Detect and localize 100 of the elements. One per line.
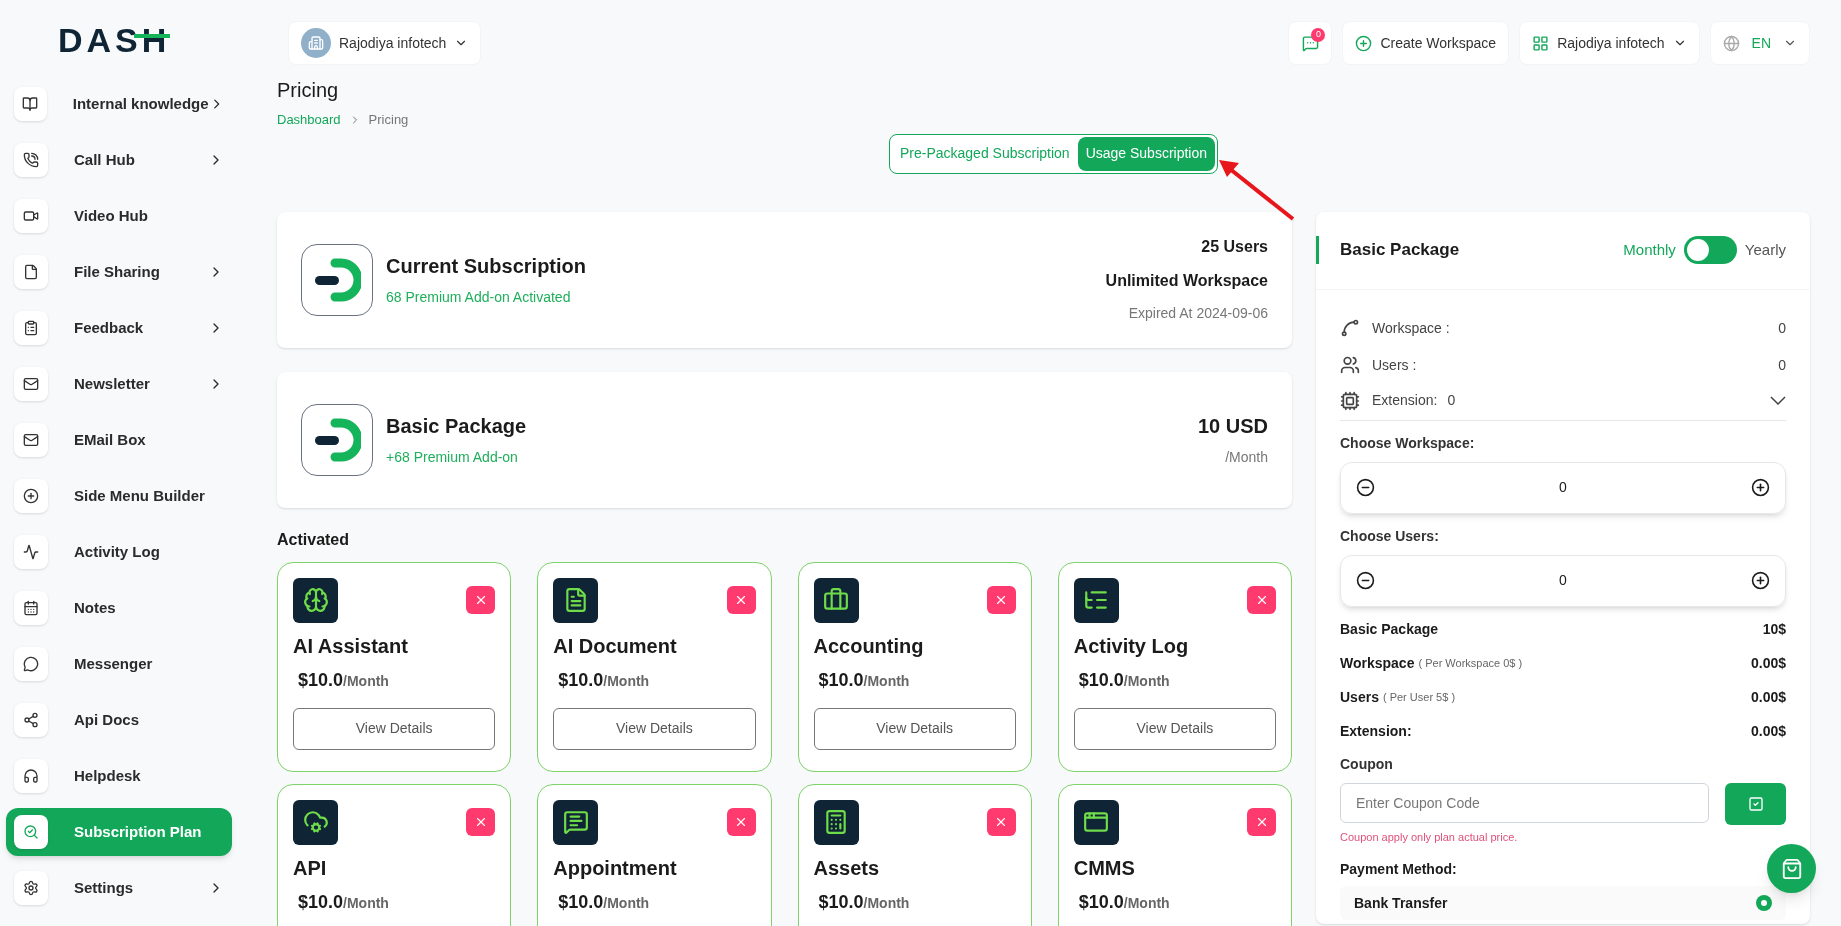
total-value: 10$ [1762, 619, 1786, 639]
menu-icon [14, 815, 48, 849]
expiry-date: Expired At 2024-09-06 [1128, 304, 1268, 323]
billing-toggle[interactable] [1683, 236, 1737, 264]
sidebar-item[interactable]: Internal knowledge [6, 80, 232, 128]
summary-icon [1340, 355, 1360, 375]
sidebar-item[interactable]: Newsletter [6, 360, 232, 408]
billing-option[interactable]: Yearly [1744, 238, 1786, 262]
sidebar-item[interactable]: Side Menu Builder [6, 472, 232, 520]
package-price: 10 USD [1197, 414, 1268, 439]
menu-icon [14, 255, 48, 289]
total-note: ( Per Workspace 0$ ) [1418, 655, 1523, 671]
summary-icon [1340, 318, 1360, 338]
create-workspace-button[interactable]: Create Workspace [1342, 21, 1510, 65]
sidebar-item[interactable]: Video Hub [6, 192, 232, 240]
addon-icon [1073, 799, 1119, 845]
notification-badge: 0 [1311, 28, 1326, 42]
page-title: Pricing [277, 78, 340, 102]
sidebar-item[interactable]: Feedback [6, 304, 232, 352]
addon-price: $10.0/Month [1078, 668, 1171, 692]
total-value: 0.00$ [1750, 721, 1786, 741]
menu-icon [14, 535, 48, 569]
remove-button[interactable] [466, 807, 496, 836]
globe-icon [1722, 34, 1740, 52]
remove-button[interactable] [726, 585, 756, 614]
view-details-button[interactable]: View Details [813, 707, 1016, 750]
addon-icon [553, 799, 599, 845]
summary-label: Users : [1372, 355, 1418, 375]
addon-price: $10.0/Month [558, 668, 651, 692]
price-period: /Month [1225, 448, 1268, 467]
total-label: Users [1340, 687, 1379, 707]
sidebar-item[interactable]: File Sharing [6, 248, 232, 296]
remove-button[interactable] [1247, 585, 1276, 614]
view-details-button[interactable]: View Details [293, 707, 496, 750]
sidebar-item[interactable]: Notes [6, 584, 232, 632]
addon-name: Activity Log [1073, 633, 1190, 659]
menu-icon [14, 311, 48, 345]
addon-name: API [293, 855, 328, 881]
summary-label: Workspace : [1372, 318, 1451, 338]
grid-icon [1532, 34, 1550, 52]
remove-button[interactable] [466, 585, 496, 614]
sidebar-item[interactable]: Settings [6, 864, 232, 912]
addon-price: $10.0/Month [558, 890, 651, 914]
card-title: Basic Package [386, 414, 528, 439]
users-count: 25 Users [1201, 237, 1268, 257]
panel-title: Basic Package [1340, 239, 1461, 262]
company-avatar-icon [301, 28, 331, 58]
card-subtitle: +68 Premium Add-on [386, 448, 519, 467]
dash-logo[interactable]: DASH [58, 14, 171, 66]
quantity-stepper[interactable]: 0 [1340, 554, 1786, 607]
payment-option[interactable]: Bank Transfer [1340, 886, 1786, 920]
menu-icon [14, 143, 48, 177]
minus-icon[interactable] [1356, 478, 1375, 497]
menu-icon [14, 871, 48, 905]
remove-button[interactable] [986, 807, 1016, 836]
total-value: 0.00$ [1750, 653, 1786, 673]
plus-icon[interactable] [1751, 571, 1770, 590]
addon-icon [1073, 577, 1119, 623]
radio-button[interactable] [1756, 895, 1772, 911]
addon-name: Accounting [813, 633, 925, 659]
addon-name: Appointment [553, 855, 678, 881]
stepper-value: 0 [1558, 571, 1568, 590]
workspace-limit: Unlimited Workspace [1105, 271, 1268, 291]
menu-icon [14, 479, 48, 513]
shopping-bag-icon [1780, 857, 1803, 880]
menu-icon [14, 703, 48, 737]
addon-name: Assets [813, 855, 881, 881]
dash-logo-icon [301, 243, 373, 316]
total-note: ( Per User 5$ ) [1382, 689, 1456, 705]
minus-icon[interactable] [1356, 571, 1375, 590]
sidebar-item[interactable]: Messenger [6, 640, 232, 688]
workspace-dropdown[interactable]: Rajodiya infotech [1519, 21, 1700, 65]
stepper-label: Choose Workspace: [1340, 433, 1476, 453]
coupon-hint: Coupon apply only plan actual price. [1340, 829, 1519, 845]
check-icon [1747, 795, 1764, 812]
view-details-button[interactable]: View Details [1073, 707, 1276, 750]
sidebar-item[interactable]: Helpdesk [6, 752, 232, 800]
remove-button[interactable] [1247, 807, 1276, 836]
remove-button[interactable] [726, 807, 756, 836]
chevron-icon [1770, 396, 1786, 405]
remove-button[interactable] [986, 585, 1016, 614]
stepper-value: 0 [1558, 478, 1568, 497]
sidebar-item[interactable]: Api Docs [6, 696, 232, 744]
payment-method-name: Bank Transfer [1354, 893, 1449, 913]
sidebar-item[interactable]: EMail Box [6, 416, 232, 464]
coupon-field[interactable]: Enter Coupon Code [1340, 782, 1709, 823]
addon-name: CMMS [1073, 855, 1136, 881]
total-value: 0.00$ [1750, 687, 1786, 707]
sidebar-item[interactable]: Call Hub [6, 136, 232, 184]
quantity-stepper[interactable]: 0 [1340, 461, 1786, 514]
chip-icon [1340, 390, 1360, 411]
sidebar-item[interactable]: Activity Log [6, 528, 232, 576]
company-dropdown[interactable]: Rajodiya infotech [288, 21, 482, 65]
apply-coupon-button[interactable] [1725, 782, 1786, 825]
summary-label: Extension: [1372, 391, 1438, 410]
extension-row[interactable]: Extension: 0 [1340, 383, 1786, 421]
dash-logo-icon [301, 403, 373, 476]
total-label: Basic Package [1340, 619, 1439, 639]
plus-icon[interactable] [1751, 478, 1770, 497]
view-details-button[interactable]: View Details [553, 707, 756, 750]
